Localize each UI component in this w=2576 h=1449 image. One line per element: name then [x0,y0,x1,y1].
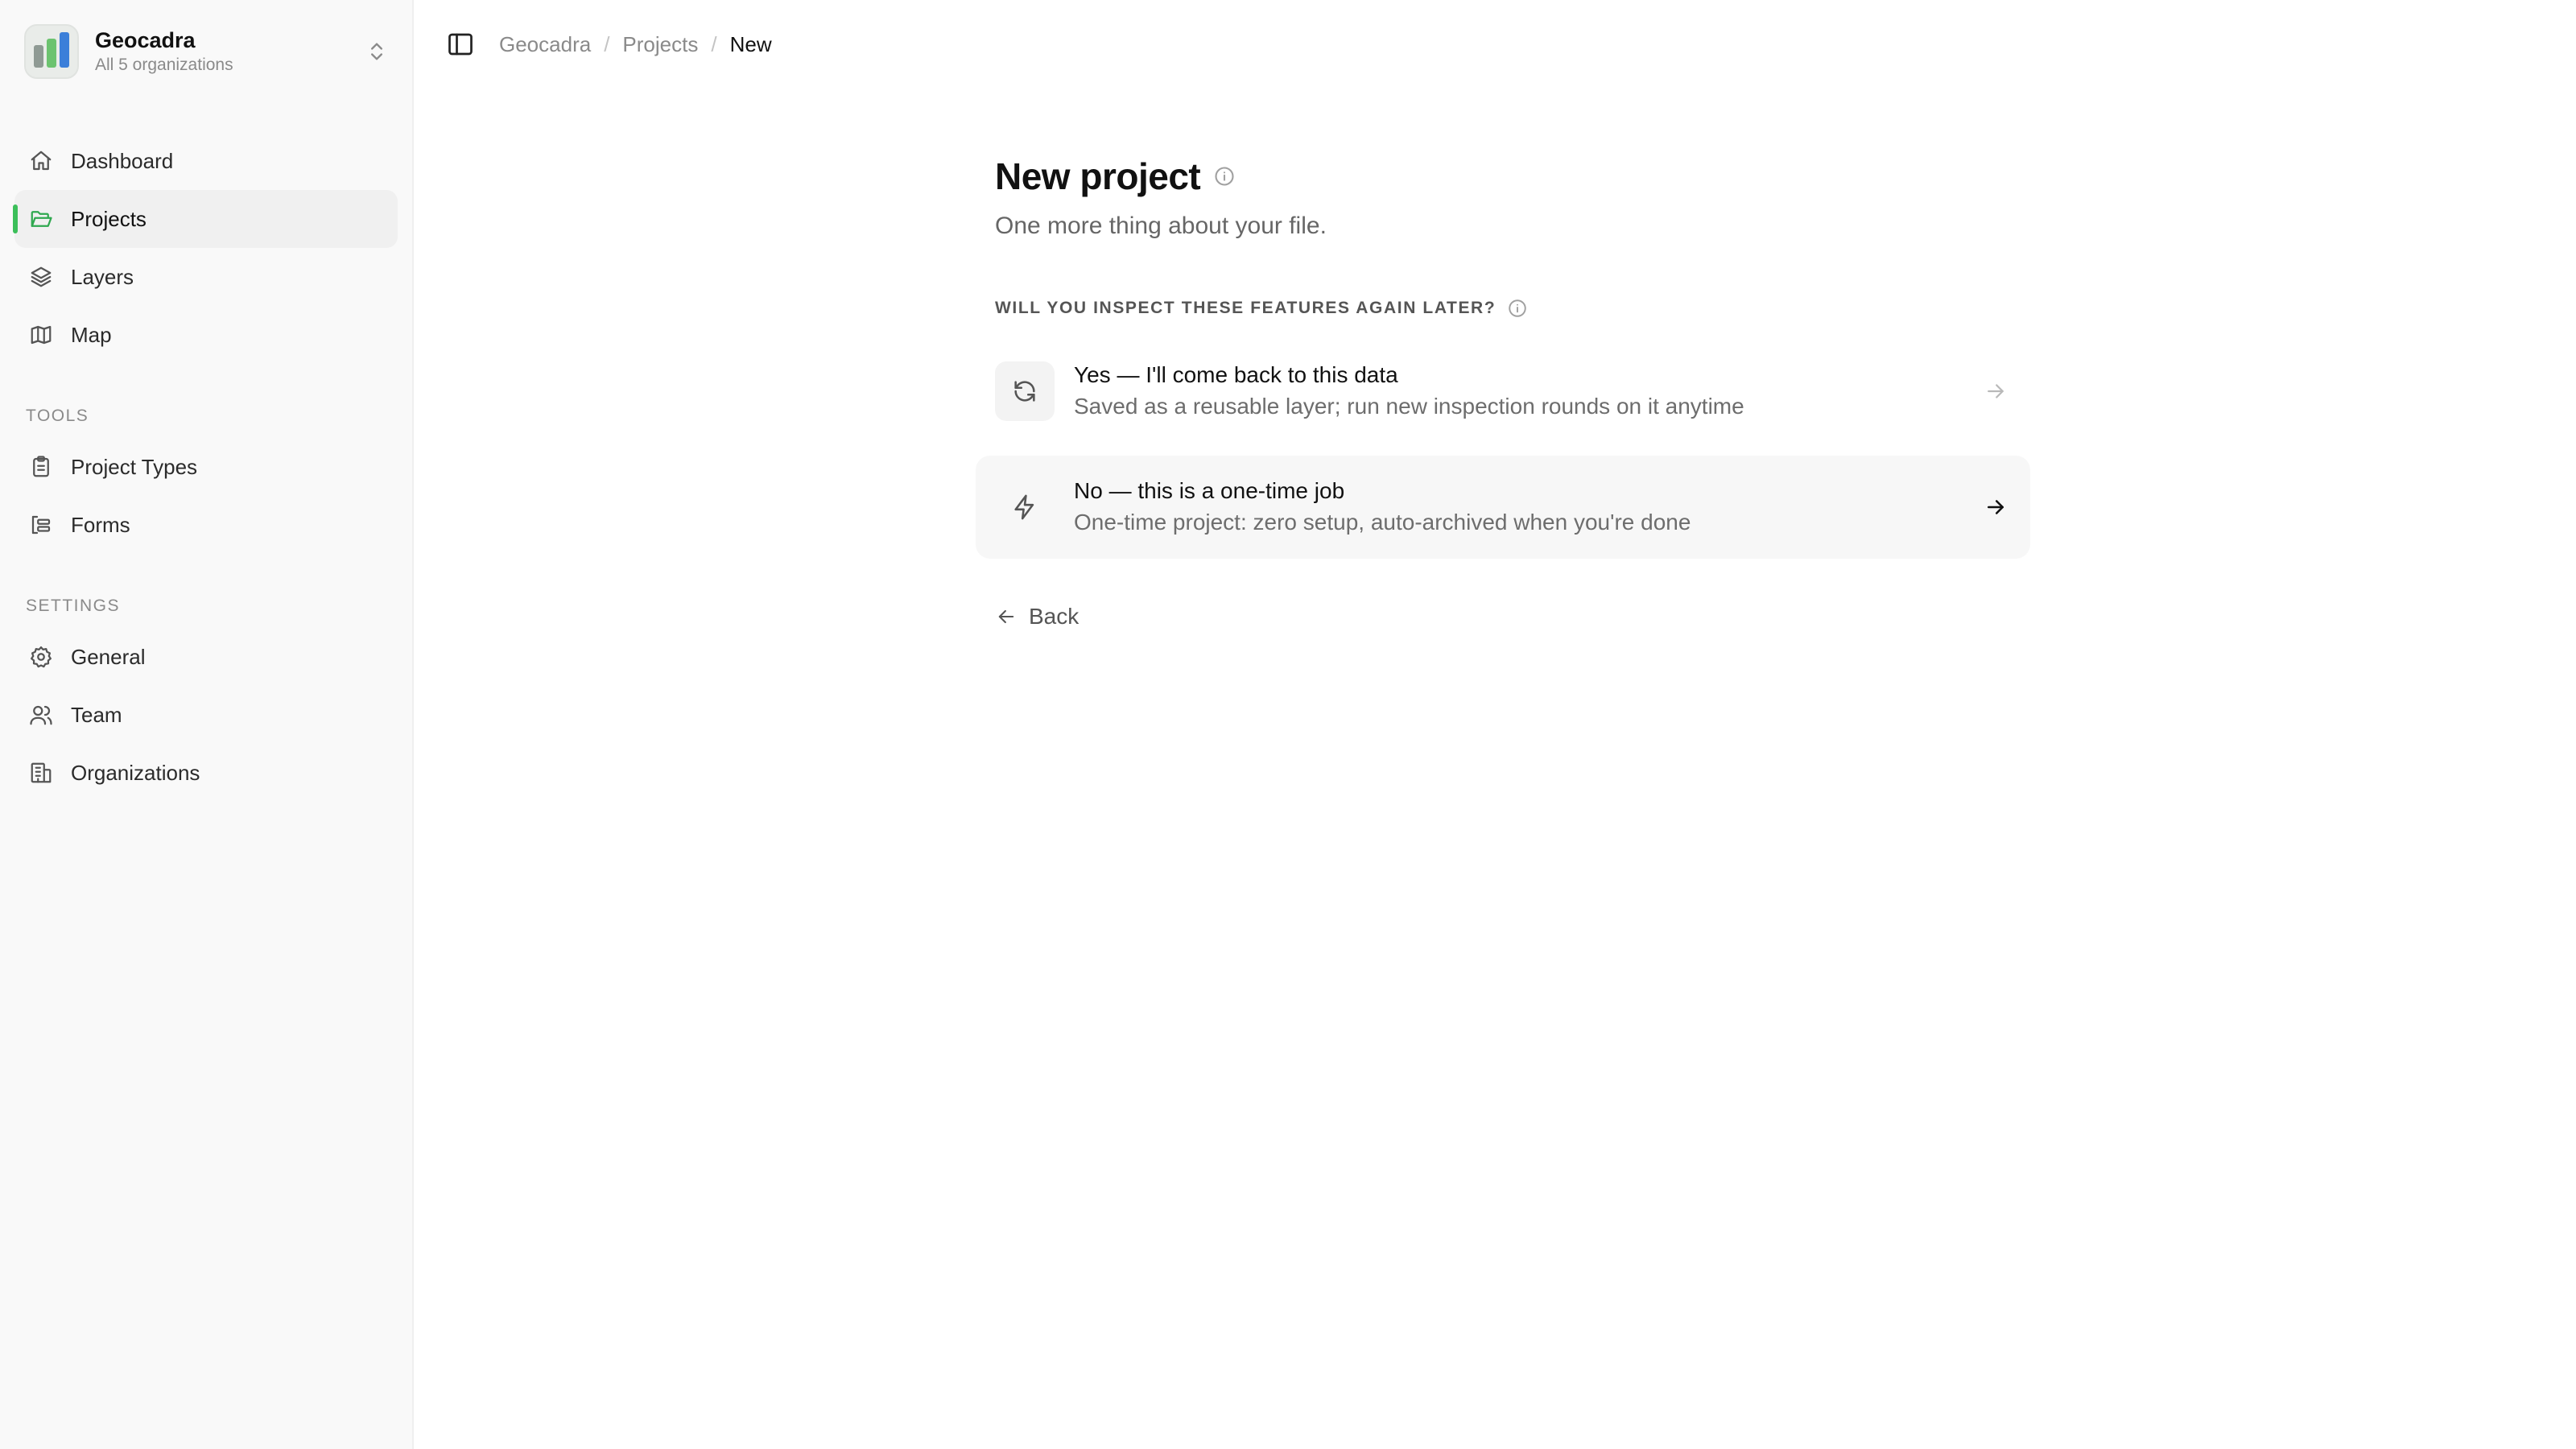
breadcrumb-current: New [729,31,772,56]
sidebar-item-projects[interactable]: Projects [13,190,398,248]
main-area: Geocadra / Projects / New New project On… [414,0,2576,1449]
sidebar-item-dashboard[interactable]: Dashboard [14,132,398,190]
option-description: Saved as a reusable layer; run new inspe… [1074,394,1744,419]
form-icon [31,515,51,535]
building-icon [31,762,52,783]
sidebar-item-label: Team [71,702,122,727]
sidebar-item-label: Forms [71,512,130,537]
clipboard-icon [33,456,49,477]
info-icon[interactable] [1213,165,1236,188]
layers-icon [31,266,52,287]
option-description: One-time project: zero setup, auto-archi… [1074,510,1691,535]
arrow-right-icon [1988,384,2004,398]
nav-tools: TOOLS Project Types Forms [14,402,398,554]
nav-section-label: TOOLS [26,407,89,425]
refresh-icon [1014,381,1035,402]
option-icon-wrap [995,477,1055,537]
sidebar-item-project-types[interactable]: Project Types [14,438,398,496]
info-icon[interactable] [1507,298,1528,319]
back-label: Back [1029,604,1080,629]
option-title: No — this is a one-time job [1074,478,1345,503]
sidebar-item-forms[interactable]: Forms [14,496,398,554]
page-title: New project [995,155,1201,197]
org-switcher[interactable]: Geocadra All 5 organizations [14,18,398,85]
nav-section-label: SETTINGS [26,597,121,615]
sidebar: Geocadra All 5 organizations Dashboard P… [0,0,414,1449]
org-name: Geocadra [95,28,196,52]
option-no-one-time[interactable]: No — this is a one-time job One-time pro… [976,456,2030,559]
sidebar-item-layers[interactable]: Layers [14,248,398,306]
sidebar-item-label: Map [71,322,112,347]
top-bar: Geocadra / Projects / New [414,0,2576,89]
sidebar-item-organizations[interactable]: Organizations [14,744,398,802]
sidebar-item-label: Project Types [71,454,198,479]
new-project-panel: New project One more thing about your fi… [976,155,2050,630]
home-icon [31,151,52,171]
option-icon-wrap [995,361,1055,421]
sidebar-item-general[interactable]: General [14,628,398,686]
org-subtitle: All 5 organizations [95,56,233,74]
sidebar-item-label: Organizations [71,760,200,785]
sidebar-item-map[interactable]: Map [14,306,398,364]
breadcrumb-separator: / [711,31,717,56]
gear-icon [31,646,52,668]
nav-main: Dashboard Projects Layers Map [13,132,398,364]
sidebar-toggle-icon[interactable] [446,30,475,59]
breadcrumb-link-geocadra[interactable]: Geocadra [499,32,591,57]
org-logo [24,24,79,79]
sidebar-item-label: Dashboard [71,148,174,173]
sidebar-item-label: General [71,644,146,669]
chevron-up-down-icon [371,43,382,60]
users-icon [30,705,52,725]
lightning-icon [1014,494,1034,520]
option-yes-reusable[interactable]: Yes — I'll come back to this data Saved … [976,340,2030,443]
sidebar-item-label: Projects [71,206,147,231]
breadcrumb: Geocadra / Projects / New [499,32,772,57]
option-title: Yes — I'll come back to this data [1074,362,1398,387]
breadcrumb-link-projects[interactable]: Projects [622,32,698,57]
arrow-left-icon [998,609,1014,624]
option-list: Yes — I'll come back to this data Saved … [976,340,2030,559]
nav-settings: SETTINGS General Team Organizations [14,592,398,802]
folder-open-icon [31,211,52,227]
question-label: WILL YOU INSPECT THESE FEATURES AGAIN LA… [995,299,1496,317]
back-button[interactable]: Back [995,604,2050,630]
sidebar-item-label: Layers [71,264,134,289]
sidebar-item-team[interactable]: Team [14,686,398,744]
map-icon [31,325,52,345]
breadcrumb-separator: / [604,31,610,56]
page-subtitle: One more thing about your file. [995,213,1327,239]
arrow-right-icon [1988,500,2004,514]
